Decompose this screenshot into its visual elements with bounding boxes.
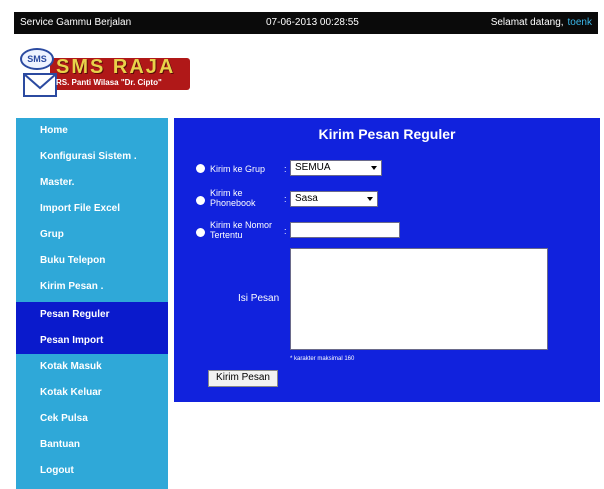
radio-send-to-group[interactable] <box>196 164 205 173</box>
label-send-to-group: Kirim ke Grup <box>210 164 266 174</box>
sidebar-item-kirim-pesan[interactable]: Kirim Pesan . <box>16 274 168 300</box>
sms-badge: SMS <box>20 48 54 70</box>
phonebook-select[interactable]: Sasa <box>290 191 378 207</box>
datetime: 07-06-2013 00:28:55 <box>266 17 359 28</box>
colon-separator: : <box>284 194 287 204</box>
radio-send-to-phonebook[interactable] <box>196 196 205 205</box>
message-textarea[interactable] <box>290 248 548 350</box>
send-message-form: Kirim Pesan Reguler Kirim ke Grup : SEMU… <box>174 118 600 402</box>
sidebar-item-import-file-excel[interactable]: Import File Excel <box>16 196 168 222</box>
send-message-button[interactable]: Kirim Pesan <box>208 370 278 387</box>
sidebar-item-cek-pulsa[interactable]: Cek Pulsa <box>16 406 168 432</box>
sidebar-item-logout[interactable]: Logout <box>16 458 168 484</box>
phonebook-select-value: Sasa <box>295 193 318 204</box>
envelope-icon <box>23 73 57 97</box>
label-send-to-number: Kirim ke Nomor Tertentu <box>210 220 273 240</box>
group-select[interactable]: SEMUA <box>290 160 382 176</box>
sidebar-item-bantuan[interactable]: Bantuan <box>16 432 168 458</box>
sidebar-nav: Home Konfigurasi Sistem . Master. Import… <box>16 118 168 489</box>
chevron-down-icon <box>367 197 373 201</box>
label-send-to-phonebook: Kirim ke Phonebook <box>210 188 256 208</box>
radio-send-to-number[interactable] <box>196 228 205 237</box>
sidebar-item-kotak-keluar[interactable]: Kotak Keluar <box>16 380 168 406</box>
chevron-down-icon <box>371 166 377 170</box>
label-message: Isi Pesan <box>238 293 280 304</box>
service-status: Service Gammu Berjalan <box>20 17 132 28</box>
sidebar-item-pesan-import[interactable]: Pesan Import <box>16 328 168 354</box>
colon-separator: : <box>284 226 287 236</box>
top-status-bar: Service Gammu Berjalan 07-06-2013 00:28:… <box>14 12 598 34</box>
character-limit-note: * karakter maksimal 160 <box>290 356 355 362</box>
app-logo: SMS SMS RAJA RS. Panti Wilasa "Dr. Cipto… <box>16 46 192 104</box>
phone-number-input[interactable] <box>290 222 400 238</box>
group-select-value: SEMUA <box>295 162 331 173</box>
page: Service Gammu Berjalan 07-06-2013 00:28:… <box>0 0 604 489</box>
welcome-message: Selamat datang, toenk <box>491 17 592 28</box>
username-link[interactable]: toenk <box>568 17 592 28</box>
form-title: Kirim Pesan Reguler <box>318 126 456 142</box>
logo-brand: SMS RAJA <box>56 56 176 78</box>
sidebar-item-grup[interactable]: Grup <box>16 222 168 248</box>
sidebar-item-pesan-reguler[interactable]: Pesan Reguler <box>16 302 168 328</box>
sidebar-item-kotak-masuk[interactable]: Kotak Masuk <box>16 354 168 380</box>
sidebar-item-master[interactable]: Master. <box>16 170 168 196</box>
sidebar-item-home[interactable]: Home <box>16 118 168 144</box>
logo-subtitle: RS. Panti Wilasa "Dr. Cipto" <box>56 78 162 87</box>
sidebar-item-buku-telepon[interactable]: Buku Telepon <box>16 248 168 274</box>
colon-separator: : <box>284 164 287 174</box>
welcome-text: Selamat datang, <box>490 17 564 28</box>
sidebar-item-konfigurasi-sistem[interactable]: Konfigurasi Sistem . <box>16 144 168 170</box>
